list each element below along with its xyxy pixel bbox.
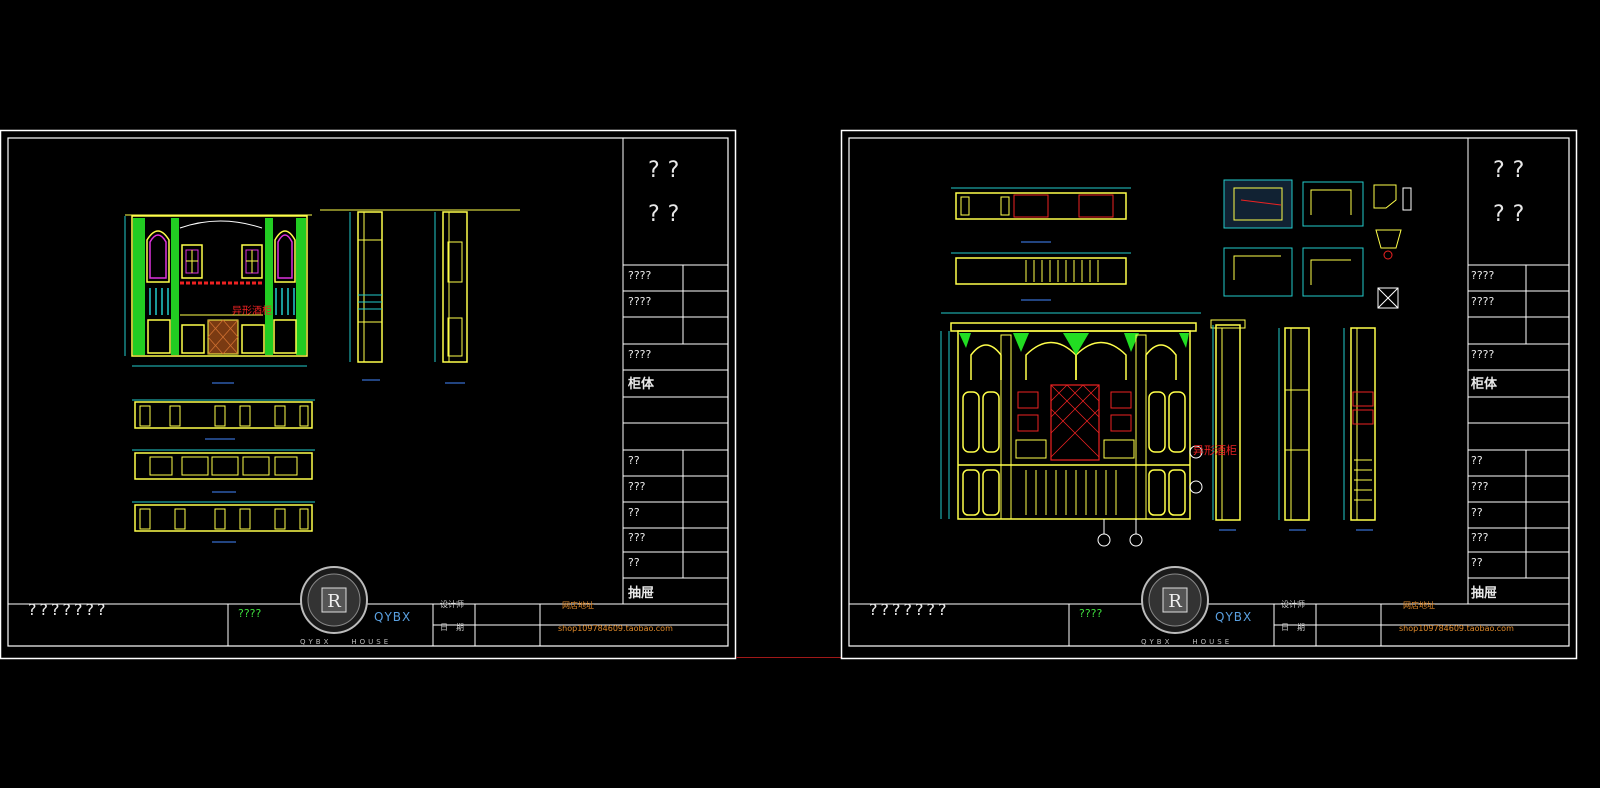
date-label: 日 期 (440, 623, 464, 632)
title-row-label: ??? (1471, 480, 1489, 493)
title-row-label: 柜体 (628, 377, 655, 392)
detail-drawings (1223, 179, 1412, 309)
title-row-label: ???? (1471, 269, 1495, 282)
shop-label: 网店地址 (562, 601, 594, 610)
title-row-label: ?? (628, 506, 640, 519)
logo-caption: QYBX HOUSE (300, 638, 392, 646)
brand-name: QYBX (374, 610, 412, 624)
designer-label: 设计师 (1281, 600, 1305, 609)
date-label: 日 期 (1281, 623, 1305, 632)
logo-seal: R (300, 566, 368, 634)
shop-url: shop109784609.taobao.com (1399, 624, 1514, 633)
logo-seal: R (1141, 566, 1209, 634)
svg-text:R: R (1168, 591, 1182, 612)
shop-url: shop109784609.taobao.com (558, 624, 673, 633)
footer-label: ???? (1079, 607, 1103, 620)
footer-drawing-title: ??????? (869, 600, 950, 619)
title-row-label: ?? (628, 454, 640, 467)
title-row-label: ?? (628, 556, 640, 569)
drawing-sheet-left: R ?? ?? ???? ???? ???? 柜体 ?? ??? ?? ??? … (0, 129, 737, 660)
title-row-label: 抽屉 (1471, 586, 1498, 601)
footer-label: ???? (238, 607, 262, 620)
front-elevation-drawing (940, 312, 1203, 547)
shop-label: 网店地址 (1403, 601, 1435, 610)
title-row-label: ??? (1471, 531, 1489, 544)
title-row-label: ??? (628, 531, 646, 544)
sheet-frame: R (840, 129, 1578, 660)
title-row-label: 抽屉 (628, 586, 655, 601)
plan-view-drawings (951, 187, 1131, 301)
plan-view-drawings (132, 399, 315, 543)
drawing-annotation: 异形酒柜 (1193, 444, 1237, 457)
drawing-annotation: 异形酒柜 (232, 306, 272, 317)
logo-caption: QYBX HOUSE (1141, 638, 1233, 646)
title-row-label: ?? (1471, 556, 1483, 569)
designer-label: 设计师 (440, 600, 464, 609)
title-row-label: ??? (628, 480, 646, 493)
title-row-label: ?? (1471, 454, 1483, 467)
title-mark-top: ?? (648, 158, 688, 183)
title-mark-top: ?? (1493, 158, 1533, 183)
drawing-sheet-right: R ?? ?? ???? ???? ???? 柜体 ?? ??? ?? ??? … (840, 129, 1578, 660)
title-row-label: 柜体 (1471, 377, 1498, 392)
title-row-label: ???? (1471, 348, 1495, 361)
side-section-drawings (1210, 319, 1376, 531)
title-row-label: ???? (628, 295, 652, 308)
title-mark-second: ?? (648, 202, 688, 227)
sheet-divider-line (736, 657, 841, 658)
title-row-label: ???? (628, 348, 652, 361)
footer-drawing-title: ??????? (28, 600, 109, 619)
title-row-label: ???? (628, 269, 652, 282)
brand-name: QYBX (1215, 610, 1253, 624)
title-row-label: ???? (1471, 295, 1495, 308)
svg-text:R: R (327, 591, 341, 612)
front-elevation-drawing (124, 214, 312, 384)
title-row-label: ?? (1471, 506, 1483, 519)
sheet-frame: R (0, 129, 737, 660)
side-section-drawings (320, 209, 520, 384)
title-mark-second: ?? (1493, 202, 1533, 227)
